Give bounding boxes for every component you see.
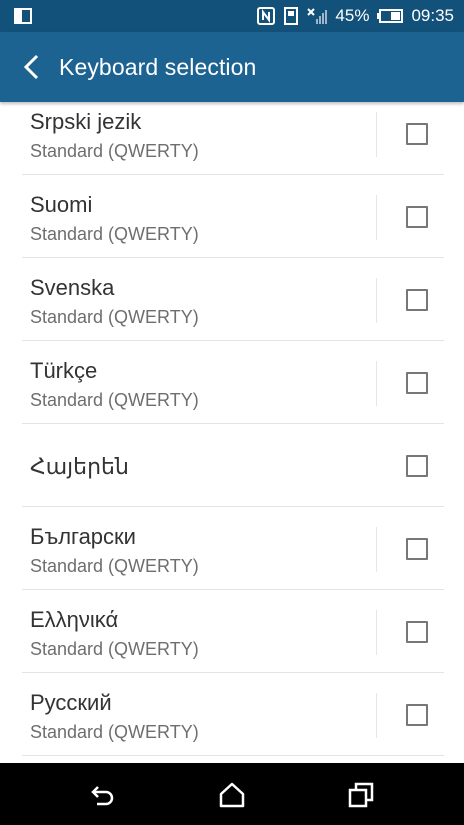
keyboard-name: Türkçe — [30, 358, 98, 383]
keyboard-checkbox[interactable] — [406, 538, 428, 560]
screen-mirror-icon — [14, 8, 32, 24]
battery-icon — [377, 9, 404, 23]
row-divider — [22, 755, 444, 756]
keyboard-row[interactable]: Svenska Standard (QWERTY) — [0, 258, 464, 341]
divider — [376, 112, 377, 157]
keyboard-checkbox[interactable] — [406, 455, 428, 477]
back-button[interactable] — [14, 50, 48, 84]
keyboard-layout: Standard (QWERTY) — [30, 141, 199, 161]
keyboard-layout: Standard (QWERTY) — [30, 556, 199, 576]
sd-card-icon — [284, 7, 299, 25]
keyboard-name: Русский — [30, 690, 112, 715]
app-bar: Keyboard selection — [0, 32, 464, 102]
keyboard-checkbox[interactable] — [406, 372, 428, 394]
keyboard-name: Suomi — [30, 192, 93, 217]
keyboard-list[interactable]: Srpski jezik Standard (QWERTY) Suomi Sta… — [0, 102, 464, 763]
keyboard-layout: Standard (QWERTY) — [30, 390, 199, 410]
back-arrow-icon — [23, 54, 39, 80]
keyboard-row[interactable]: Türkçe Standard (QWERTY) — [0, 341, 464, 424]
keyboard-checkbox[interactable] — [406, 206, 428, 228]
keyboard-row[interactable]: Русский Standard (QWERTY) — [0, 673, 464, 756]
keyboard-layout: Standard (QWERTY) — [30, 639, 199, 659]
keyboard-checkbox[interactable] — [406, 289, 428, 311]
status-bar: 45% 09:35 — [0, 0, 464, 32]
battery-percent: 45% — [335, 6, 370, 25]
home-icon[interactable] — [218, 781, 246, 809]
recents-icon[interactable] — [347, 781, 375, 809]
keyboard-row[interactable]: Ελληνικά Standard (QWERTY) — [0, 590, 464, 673]
clock: 09:35 — [411, 6, 454, 25]
back-icon[interactable] — [89, 781, 117, 809]
keyboard-row[interactable]: Български Standard (QWERTY) — [0, 507, 464, 590]
keyboard-checkbox[interactable] — [406, 123, 428, 145]
keyboard-name: Български — [30, 524, 136, 549]
keyboard-row[interactable]: Srpski jezik Standard (QWERTY) — [0, 102, 464, 175]
status-icons: 45% 09:35 — [257, 0, 454, 32]
keyboard-layout: Standard (QWERTY) — [30, 224, 199, 244]
divider — [376, 527, 377, 572]
nfc-icon — [257, 7, 276, 25]
keyboard-name: Ελληνικά — [30, 607, 119, 632]
navigation-bar — [0, 763, 464, 825]
page-title: Keyboard selection — [59, 54, 257, 80]
keyboard-name: Srpski jezik — [30, 109, 142, 134]
divider — [376, 361, 377, 406]
keyboard-row[interactable]: Հայերեն — [0, 424, 464, 507]
divider — [376, 693, 377, 738]
keyboard-checkbox[interactable] — [406, 704, 428, 726]
no-signal-icon — [307, 8, 328, 24]
keyboard-name: Հայերեն — [30, 454, 129, 479]
divider — [376, 195, 377, 240]
divider — [376, 278, 377, 323]
keyboard-row[interactable]: Suomi Standard (QWERTY) — [0, 175, 464, 258]
divider — [376, 610, 377, 655]
keyboard-checkbox[interactable] — [406, 621, 428, 643]
keyboard-name: Svenska — [30, 275, 115, 300]
keyboard-layout: Standard (QWERTY) — [30, 307, 199, 327]
keyboard-layout: Standard (QWERTY) — [30, 722, 199, 742]
